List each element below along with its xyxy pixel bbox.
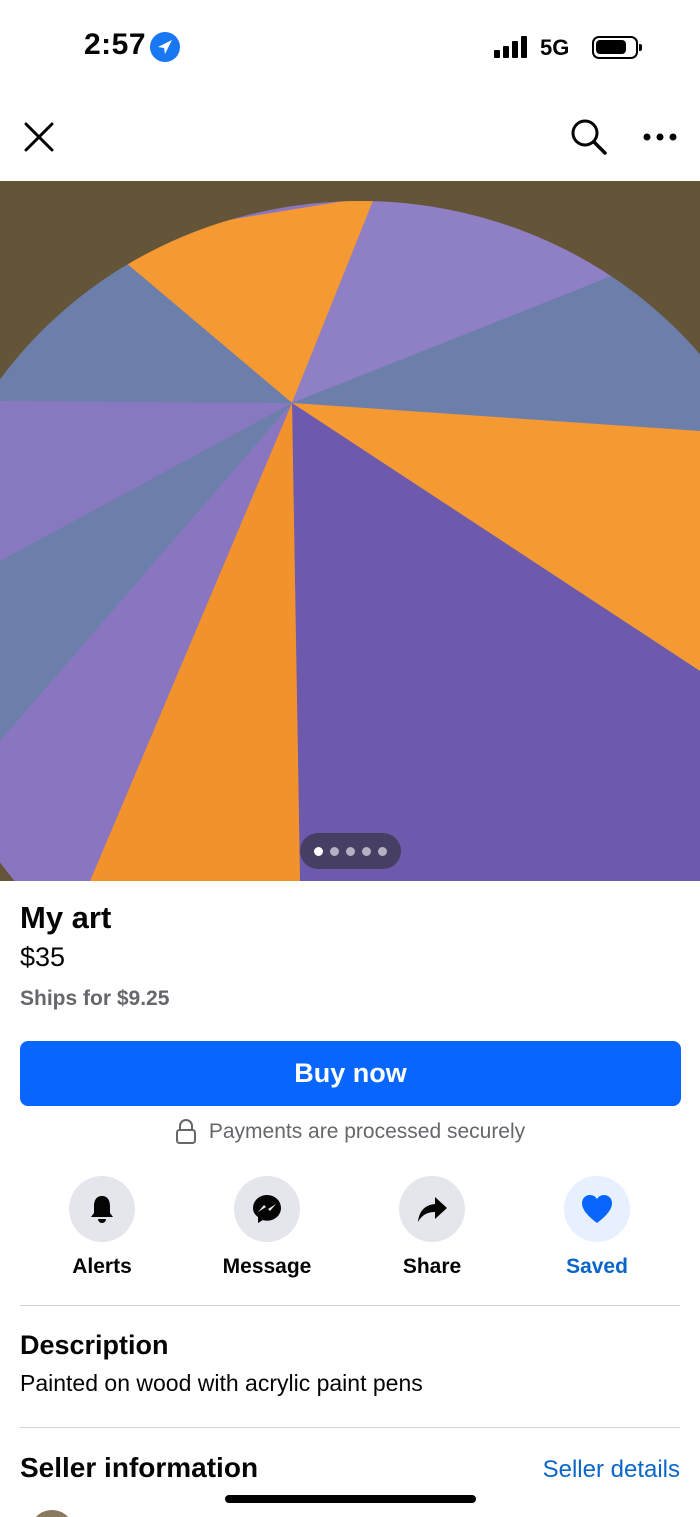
avatar[interactable] (30, 1510, 74, 1517)
more-icon (643, 133, 677, 141)
buy-now-button[interactable]: Buy now (20, 1041, 681, 1106)
pager-dot[interactable] (314, 846, 323, 856)
close-button[interactable] (15, 113, 63, 161)
lock-icon (175, 1119, 196, 1144)
listing-price: $35 (20, 942, 66, 972)
seller-information-heading: Seller information (20, 1452, 259, 1483)
alerts-label: Alerts (72, 1255, 132, 1278)
status-time: 2:57 (84, 28, 147, 61)
saved-button[interactable]: Saved (527, 1176, 667, 1279)
share-button[interactable]: Share (362, 1176, 502, 1279)
shipping-cost: Ships for $9.25 (20, 987, 170, 1010)
alerts-button[interactable]: Alerts (32, 1176, 172, 1279)
signal-icon (494, 36, 530, 58)
pager-dot[interactable] (362, 846, 371, 856)
share-arrow-icon (418, 1197, 447, 1222)
description-heading: Description (20, 1330, 169, 1360)
battery-icon (592, 36, 642, 59)
message-label: Message (222, 1255, 312, 1278)
messenger-icon (253, 1195, 281, 1223)
share-label: Share (402, 1255, 462, 1278)
description-text: Painted on wood with acrylic paint pens (20, 1370, 423, 1396)
battery-level (596, 40, 626, 54)
listing-photo[interactable] (0, 181, 700, 881)
photo-pager[interactable] (300, 833, 401, 869)
pager-dot[interactable] (378, 846, 387, 856)
network-label: 5G (540, 35, 570, 60)
pager-dot[interactable] (346, 846, 355, 856)
search-icon (571, 119, 607, 155)
heart-icon (582, 1195, 612, 1223)
status-bar: 2:57 5G (0, 0, 700, 95)
top-nav (0, 95, 700, 181)
pager-dot[interactable] (330, 846, 339, 856)
bell-icon (91, 1196, 113, 1223)
seller-details-link[interactable]: Seller details (543, 1456, 680, 1484)
saved-label: Saved (566, 1255, 628, 1278)
more-button[interactable] (636, 113, 684, 161)
message-button[interactable]: Message (197, 1176, 337, 1279)
search-button[interactable] (565, 113, 613, 161)
close-icon (24, 122, 54, 152)
secure-payment-note: Payments are processed securely (0, 1116, 700, 1148)
divider (20, 1305, 680, 1306)
location-arrow-icon (150, 32, 180, 62)
action-row: Alerts Message Share Saved (0, 1176, 700, 1286)
listing-title: My art (20, 900, 112, 935)
secure-payment-text: Payments are processed securely (208, 1120, 526, 1143)
home-indicator[interactable] (225, 1495, 476, 1503)
divider (20, 1427, 680, 1428)
